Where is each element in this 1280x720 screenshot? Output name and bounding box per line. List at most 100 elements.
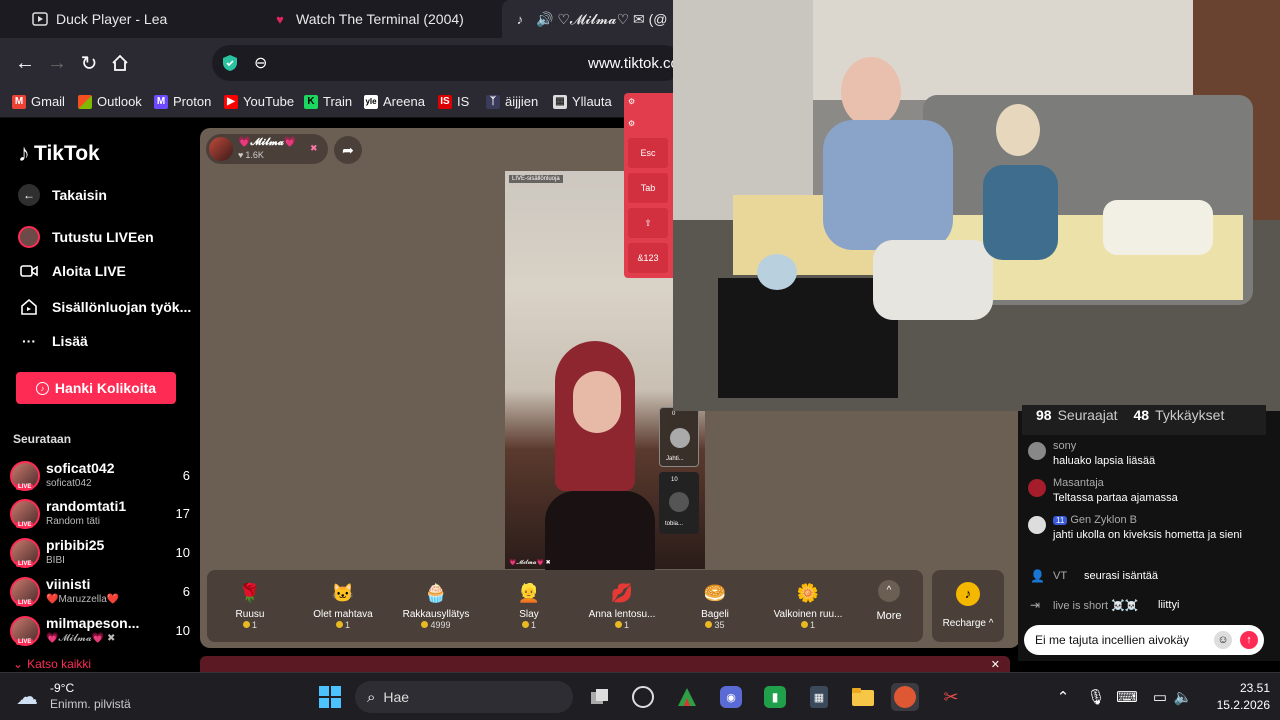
following-item[interactable]: LIVE viinisti ❤️Maruzzella❤️ 6 — [10, 574, 190, 610]
gift-item[interactable]: 🌹 Ruusu 1 — [202, 576, 298, 630]
bookmark-label: Proton — [173, 94, 212, 109]
url-bar[interactable]: ⊖ www.tiktok.co — [212, 45, 682, 81]
guest-slot[interactable]: 10 tobia... — [659, 472, 699, 534]
tiktok-coin-icon: ♪ — [956, 582, 980, 606]
taskbar-search[interactable]: ⌕ Hae — [355, 681, 573, 713]
key-esc[interactable]: Esc — [628, 138, 668, 168]
media-app-icon[interactable]: ◉ — [717, 683, 745, 711]
gift-item[interactable]: 🥯 Bageli 35 — [667, 576, 763, 630]
share-icon[interactable]: ➦ — [334, 136, 362, 164]
chat-message[interactable]: Masantaja Teltassa partaa ajamassa — [1028, 477, 1268, 511]
zoom-icon[interactable]: ⊖ — [254, 53, 267, 73]
bookmark-outlook[interactable]: Outlook — [78, 94, 142, 109]
chat-input-text: Ei me tajuta incellien aivokäy — [1035, 633, 1190, 647]
chevron-up-icon[interactable]: ⌃ — [1052, 683, 1074, 711]
live-badge: LIVE — [16, 600, 34, 606]
clock-date: 15.2.2026 — [1216, 698, 1270, 712]
volume-icon[interactable]: 🔈 — [1172, 683, 1194, 711]
bookmark-train[interactable]: K Train — [304, 94, 352, 109]
price-value: 1 — [344, 620, 350, 630]
microphone-icon[interactable]: 🎙 — [1085, 683, 1107, 711]
calculator-icon[interactable]: ▦ — [805, 683, 833, 711]
tiktok-logo[interactable]: ♪ TikTok — [18, 140, 100, 168]
more-gifts-button[interactable]: ^ More — [867, 580, 911, 622]
reload-icon[interactable]: ↻ — [76, 50, 102, 76]
home-icon[interactable] — [107, 50, 133, 76]
gift-item[interactable]: 🌼 Valkoinen ruu... 1 — [760, 576, 856, 630]
key-tab[interactable]: Tab — [628, 173, 668, 203]
following-item[interactable]: LIVE randomtati1 Random täti 17 — [10, 496, 190, 532]
guest-slot[interactable]: 0 Jahti... — [659, 407, 699, 467]
keyboard-move-icon[interactable]: ⚙ — [628, 119, 635, 128]
file-explorer-icon[interactable] — [849, 683, 877, 711]
bookmark-proton[interactable]: M Proton — [154, 94, 211, 109]
recharge-button[interactable]: ♪ Recharge ^ — [932, 570, 1004, 642]
bookmark-yllauta[interactable]: ▦ Yllauta — [553, 94, 612, 109]
guest-name: Jahti... — [666, 456, 684, 462]
gift-name: Valkoinen ruu... — [773, 609, 843, 620]
avatar — [1028, 442, 1046, 460]
get-coins-button[interactable]: ♪ Hanki Kolikoita — [16, 372, 176, 404]
bookmark-label: Outlook — [97, 94, 142, 109]
following-item[interactable]: LIVE soficat042 soficat042 6 — [10, 458, 190, 494]
navigation-bar: ← → ↻ ⊖ www.tiktok.co — [0, 38, 682, 88]
chart-app-icon[interactable]: ▮ — [761, 683, 789, 711]
viewer-count: 6 — [182, 584, 190, 599]
creator-house-icon — [18, 298, 40, 316]
bookmark-aijjien[interactable]: ᛉ äijjien — [486, 94, 538, 109]
emoji-icon[interactable]: ☺ — [1214, 631, 1232, 649]
keyboard-settings-icon[interactable]: ⚙ — [628, 97, 635, 106]
tab-the-terminal[interactable]: ♥ Watch The Terminal (2004) — [262, 0, 498, 38]
duck-player-icon — [32, 11, 48, 27]
following-item[interactable]: LIVE pribibi25 BIBI 10 — [10, 535, 190, 571]
gift-item[interactable]: 👱 Slay 1 — [481, 576, 577, 630]
keyboard-icon[interactable]: ⌨ — [1116, 683, 1138, 711]
gift-item[interactable]: 🧁 Rakkausyllätys 4999 — [388, 576, 484, 630]
close-icon[interactable]: ✕ — [991, 658, 1000, 671]
bookmark-gmail[interactable]: M Gmail — [12, 94, 65, 109]
creator-tools-item[interactable]: Sisällönluojan työk... — [18, 298, 191, 316]
bookmark-areena[interactable]: yle Areena — [364, 94, 425, 109]
snipping-tool-icon[interactable]: ✂ — [937, 683, 965, 711]
camera-overlay-video[interactable] — [673, 0, 1280, 411]
following-item[interactable]: LIVE milmapeson... 💗𝓜𝓲𝓵𝓶𝓪💗 ✖ 10 — [10, 613, 190, 649]
following-name: pribibi25 — [46, 537, 105, 553]
windows-start-icon[interactable] — [316, 683, 344, 711]
gift-price: 4999 — [388, 620, 484, 630]
chat-message[interactable]: sony haluako lapsia liäsää — [1028, 440, 1268, 474]
chatgpt-icon[interactable] — [629, 683, 657, 711]
see-all-link[interactable]: ⌄ Katso kaikki — [13, 657, 91, 671]
send-icon[interactable]: ↑ — [1240, 631, 1258, 649]
gift-item[interactable]: 💋 Anna lentosu... 1 — [574, 576, 670, 630]
go-live-item[interactable]: Aloita LIVE — [18, 263, 126, 279]
price-value: 1 — [623, 620, 629, 630]
forward-icon[interactable]: → — [44, 50, 70, 76]
bookmark-is[interactable]: IS IS — [438, 94, 469, 109]
chat-message[interactable]: 11 Gen Zyklon B jahti ukolla on kiveksis … — [1028, 514, 1268, 564]
cloudy-icon: ☁ — [16, 684, 38, 709]
task-view-icon[interactable] — [586, 683, 614, 711]
vpn-app-icon[interactable] — [673, 683, 701, 711]
button-label: Recharge ^ — [942, 618, 994, 629]
tab-tiktok[interactable]: ♪ 🔊 ♡𝓜𝓲𝓵𝓶𝓪♡ ✉ (@ — [502, 0, 680, 38]
weather-widget[interactable]: ☁ -9°C Enimm. pilvistä — [16, 680, 166, 714]
key-numbers[interactable]: &123 — [628, 243, 668, 273]
host-info[interactable]: 💗𝓜𝓲𝓵𝓶𝓪💗 ♥ 1.6K ✖ — [206, 134, 328, 164]
guest-count: 0 — [672, 411, 676, 417]
back-icon[interactable]: ← — [12, 50, 38, 76]
tiktok-note-icon: ♪ — [18, 140, 30, 167]
bottom-banner: ✕ — [200, 656, 1010, 672]
back-nav-item[interactable]: ← Takaisin — [18, 184, 107, 206]
key-shift[interactable]: ⇧ — [628, 208, 668, 238]
gift-item[interactable]: 🐱 Olet mahtava 1 — [295, 576, 391, 630]
bookmark-youtube[interactable]: ▶ YouTube — [224, 94, 294, 109]
duckduckgo-icon[interactable] — [891, 683, 919, 711]
explore-live-item[interactable]: Tutustu LIVEen — [18, 226, 154, 248]
areena-icon: yle — [364, 94, 378, 109]
tab-duck-player[interactable]: Duck Player - Lea — [22, 0, 258, 38]
chat-input[interactable]: Ei me tajuta incellien aivokäy ☺ ↑ — [1024, 625, 1264, 655]
network-icon[interactable]: ▭ — [1148, 683, 1172, 711]
clock[interactable]: 23.51 15.2.2026 — [1204, 681, 1270, 712]
more-item[interactable]: ··· Lisää — [18, 333, 88, 349]
close-small-icon[interactable]: ✖ — [310, 143, 318, 154]
